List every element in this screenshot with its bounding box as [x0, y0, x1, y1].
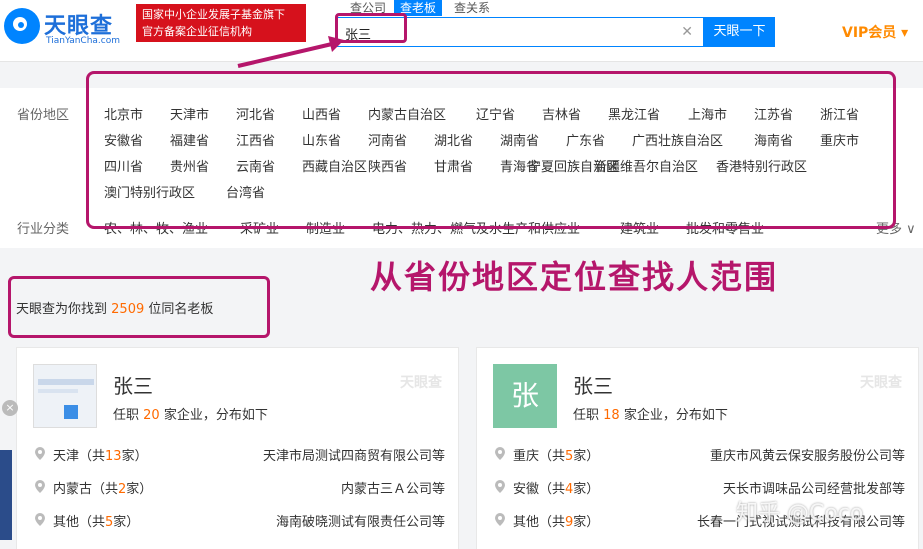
region-row[interactable]: 安徽（共4家） 天长市调味品公司经营批发部等 [495, 477, 905, 497]
vip-member-link[interactable]: VIP会员 ▾ [842, 22, 908, 42]
location-pin-icon [495, 447, 505, 460]
region-name: 天津（共 [53, 449, 106, 464]
region-name: 安徽（共 [513, 482, 566, 497]
region-unit: 家） [573, 515, 600, 530]
role-suffix: 家企业，分布如下 [623, 408, 728, 423]
region-name: 其他（共 [513, 515, 566, 530]
annotation-box-filter [86, 71, 896, 229]
region-unit: 家） [573, 449, 600, 464]
region-unit: 家） [121, 449, 148, 464]
badge-line-1: 国家中小企业发展子基金旗下 [142, 8, 285, 21]
region-row[interactable]: 天津（共13家） 天津市局测试四商贸有限公司等 [35, 444, 445, 464]
region-count: 安徽（共4家） [513, 478, 599, 497]
close-icon[interactable]: × [2, 400, 18, 416]
boss-role-summary: 任职 20 家企业，分布如下 [113, 404, 268, 423]
region-row[interactable]: 重庆（共5家） 重庆市风黄云保安服务股份公司等 [495, 444, 905, 464]
company-name-link[interactable]: 海南破晓测试有限责任公司等 [276, 511, 445, 530]
region-row[interactable]: 内蒙古（共2家） 内蒙古三Ａ公司等 [35, 477, 445, 497]
tianyancha-logo[interactable]: 天眼查 TianYanCha.com [4, 6, 132, 48]
avatar-image[interactable] [33, 364, 97, 428]
region-unit: 家） [573, 482, 600, 497]
region-name: 其他（共 [53, 515, 106, 530]
avatar-image-strip [38, 389, 78, 393]
avatar-letter[interactable]: 张 [493, 364, 557, 428]
industry-filter-label: 行业分类 [17, 222, 70, 237]
source-watermark: 知乎 @Coco [736, 501, 864, 526]
location-pin-icon [495, 480, 505, 493]
role-prefix: 任职 [573, 408, 600, 423]
boss-name[interactable]: 张三 [113, 370, 153, 399]
logo-subtitle: TianYanCha.com [46, 36, 121, 46]
top-header: 天眼查 TianYanCha.com 国家中小企业发展子基金旗下 官方备案企业征… [0, 0, 923, 62]
location-pin-icon [35, 447, 45, 460]
company-name-link[interactable]: 天津市局测试四商贸有限公司等 [263, 445, 445, 464]
role-count: 18 [603, 408, 620, 423]
card-watermark: 天眼查 [860, 375, 902, 391]
annotation-arrow-icon [237, 36, 344, 68]
tab-relation[interactable]: 查关系 [448, 0, 496, 16]
annotation-caption: 从省份地区定位查找人范围 [370, 258, 779, 296]
region-count: 内蒙古（共2家） [53, 478, 152, 497]
clear-icon[interactable]: ✕ [681, 24, 693, 40]
region-name: 重庆（共 [513, 449, 566, 464]
location-pin-icon [495, 513, 505, 526]
region-count: 其他（共9家） [513, 511, 599, 530]
boss-name[interactable]: 张三 [573, 370, 613, 399]
avatar-image-block [64, 405, 78, 419]
role-count: 20 [143, 408, 160, 423]
card-watermark: 天眼查 [400, 375, 442, 391]
location-pin-icon [35, 513, 45, 526]
role-prefix: 任职 [113, 408, 140, 423]
annotation-box-count [8, 276, 270, 338]
boss-role-summary: 任职 18 家企业，分布如下 [573, 404, 728, 423]
region-count: 重庆（共5家） [513, 445, 599, 464]
region-name: 内蒙古（共 [53, 482, 119, 497]
company-name-link[interactable]: 内蒙古三Ａ公司等 [341, 478, 445, 497]
region-number: 13 [105, 449, 122, 464]
region-row[interactable]: 其他（共5家） 海南破晓测试有限责任公司等 [35, 510, 445, 530]
location-pin-icon [35, 480, 45, 493]
eye-logo-icon [4, 8, 40, 44]
role-suffix: 家企业，分布如下 [163, 408, 268, 423]
search-button[interactable]: 天眼一下 [704, 17, 775, 47]
region-count: 其他（共5家） [53, 511, 139, 530]
side-ad-thumbnail[interactable] [0, 450, 12, 540]
company-name-link[interactable]: 重庆市风黄云保安服务股份公司等 [710, 445, 905, 464]
province-filter-label: 省份地区 [17, 108, 70, 123]
boss-card[interactable]: 张三 任职 20 家企业，分布如下 天眼查 天津（共13家） 天津市局测试四商贸… [16, 347, 459, 549]
avatar-image-strip [38, 379, 94, 385]
region-unit: 家） [113, 515, 140, 530]
region-unit: 家） [126, 482, 153, 497]
region-count: 天津（共13家） [53, 445, 148, 464]
